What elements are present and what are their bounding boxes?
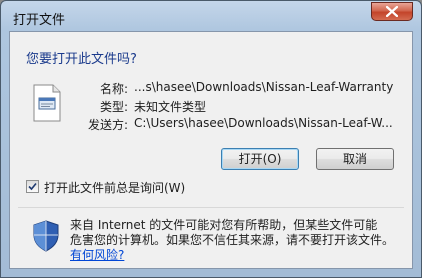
title-bar[interactable]: 打开文件 [1,1,421,31]
cancel-button[interactable]: 取消 [316,148,394,170]
field-label: 名称: [99,82,128,96]
field-label: 类型: [99,100,128,114]
warning-line-2: 危害您的计算机。如果您不信任其来源，请不要打开该文件。 [70,233,395,247]
dialog-question: 您要打开此文件吗? [26,52,137,67]
file-icon [33,84,61,122]
dialog-body: 您要打开此文件吗? 名称: ...s\hasee\Downloads\Nissa… [9,31,413,269]
checkmark-icon [28,182,37,191]
warning-line-1: 来自 Internet 的文件可能对您有所帮助，但某些文件可能 [70,218,378,232]
risk-link[interactable]: 有何风险? [70,248,124,262]
always-ask-label: 打开此文件前总是询问(W) [44,181,186,195]
security-warning: 来自 Internet 的文件可能对您有所帮助，但某些文件可能 危害您的计算机。… [70,218,406,263]
separator [18,207,404,208]
shield-icon [33,220,59,252]
field-value: C:\Users\hasee\Downloads\Nissan-Leaf-W..… [134,116,393,130]
open-button[interactable]: 打开(O) [221,148,299,170]
field-value: ...s\hasee\Downloads\Nissan-Leaf-Warrant… [134,80,394,94]
field-value: 未知文件类型 [134,100,207,114]
field-label: 发送方: [87,118,128,132]
always-ask-checkbox[interactable] [26,180,39,193]
close-button[interactable] [371,2,413,21]
window-title: 打开文件 [13,13,66,28]
open-file-dialog: 打开文件 您要打开此文件吗? 名称: ...s\hasee\Downloads\… [0,0,422,278]
close-icon [386,6,398,17]
